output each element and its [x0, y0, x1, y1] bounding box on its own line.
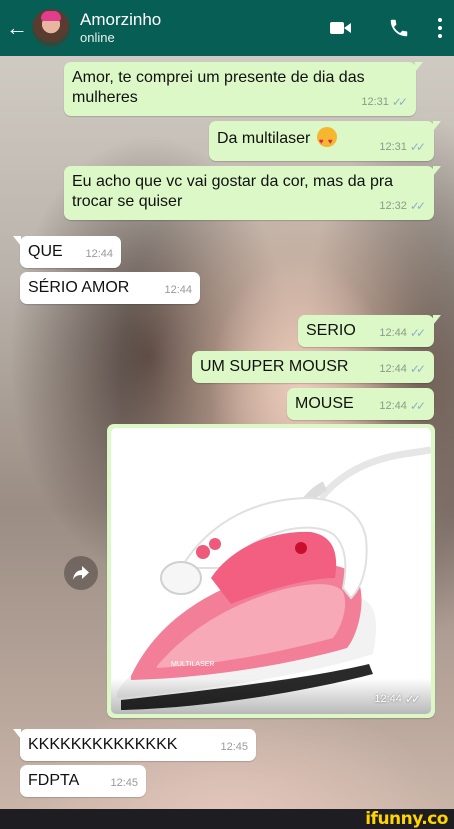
header-actions	[330, 17, 442, 39]
contact-name: Amorzinho	[80, 10, 162, 29]
video-call-icon[interactable]	[330, 21, 352, 35]
message-meta: 12:44 ✓✓	[379, 323, 426, 343]
smiling-face-with-hearts-icon	[316, 127, 337, 152]
message-incoming[interactable]: KKKKKKKKKKKKKK 12:45	[13, 729, 256, 761]
read-receipt-icon: ✓✓	[409, 140, 426, 154]
message-time: 12:44	[379, 400, 407, 412]
message-text: Da multilaser	[217, 130, 311, 147]
message-text: KKKKKKKKKKKKKK	[28, 736, 178, 753]
message-outgoing[interactable]: Amor, te comprei um presente de dia das …	[64, 62, 423, 116]
watermark-bar: ifunny.co	[0, 809, 454, 829]
message-meta: 12:31 ✓✓	[361, 92, 408, 112]
message-text: QUE	[28, 243, 63, 260]
chat-header: ← Amorzinho online	[0, 0, 454, 56]
read-receipt-icon: ✓✓	[391, 95, 408, 109]
message-meta: 12:31 ✓✓	[379, 137, 426, 157]
message-time: 12:45	[220, 741, 248, 753]
message-incoming[interactable]: FDPTA 12:45	[20, 765, 146, 797]
message-outgoing[interactable]: SERIO 12:44 ✓✓	[298, 315, 441, 347]
message-meta: 12:32 ✓✓	[379, 196, 426, 216]
steam-iron-image: MULTILASER	[117, 446, 431, 710]
message-meta: 12:44	[85, 244, 113, 264]
message-time: 12:31	[361, 96, 389, 108]
message-time: 12:44	[374, 693, 402, 705]
message-meta: 12:44	[164, 280, 192, 300]
forward-arrow-icon	[73, 566, 89, 580]
message-outgoing[interactable]: MOUSE 12:44 ✓✓	[287, 388, 434, 420]
message-outgoing[interactable]: UM SUPER MOUSR 12:44 ✓✓	[192, 351, 434, 383]
message-text: Eu acho que vc vai gostar da cor, mas da…	[72, 173, 394, 210]
message-time: 12:44	[379, 327, 407, 339]
message-text: SERIO	[306, 322, 356, 339]
forward-button[interactable]	[64, 556, 98, 590]
read-receipt-icon: ✓✓	[409, 362, 426, 376]
more-options-icon[interactable]	[438, 18, 442, 38]
iron-brand-text: MULTILASER	[171, 661, 214, 668]
message-meta: 12:44 ✓✓	[379, 359, 426, 379]
image-attachment[interactable]: MULTILASER 12:44 ✓✓	[111, 428, 431, 714]
watermark-logo: ifunny.co	[365, 809, 448, 829]
message-time: 12:31	[379, 141, 407, 153]
message-time: 12:44	[164, 284, 192, 296]
message-outgoing[interactable]: Eu acho que vc vai gostar da cor, mas da…	[64, 166, 441, 220]
contact-info[interactable]: Amorzinho online	[80, 10, 161, 46]
avatar[interactable]	[32, 9, 70, 47]
message-incoming[interactable]: QUE 12:44	[13, 236, 121, 268]
message-meta: 12:45	[220, 737, 248, 757]
message-meta: 12:44 ✓✓	[374, 692, 421, 706]
message-time: 12:44	[379, 363, 407, 375]
read-receipt-icon: ✓✓	[409, 199, 426, 213]
message-text: UM SUPER MOUSR	[200, 358, 349, 375]
read-receipt-icon: ✓✓	[409, 399, 426, 413]
message-time: 12:45	[110, 777, 138, 789]
read-receipt-icon: ✓✓	[404, 692, 421, 706]
back-arrow-icon[interactable]: ←	[6, 17, 30, 39]
message-meta: 12:44 ✓✓	[379, 396, 426, 416]
read-receipt-icon: ✓✓	[409, 326, 426, 340]
message-time: 12:44	[85, 248, 113, 260]
contact-status: online	[80, 30, 115, 45]
message-meta: 12:45	[110, 773, 138, 793]
phone-icon[interactable]	[388, 17, 410, 39]
message-outgoing[interactable]: Da multilaser 12:31 ✓✓	[209, 121, 441, 161]
message-time: 12:32	[379, 200, 407, 212]
message-text: FDPTA	[28, 772, 80, 789]
message-text: MOUSE	[295, 395, 354, 412]
image-message[interactable]: MULTILASER 12:44 ✓✓	[107, 424, 435, 718]
message-incoming[interactable]: SÉRIO AMOR 12:44	[20, 272, 200, 304]
message-text: Amor, te comprei um presente de dia das …	[72, 69, 365, 106]
message-text: SÉRIO AMOR	[28, 279, 130, 296]
